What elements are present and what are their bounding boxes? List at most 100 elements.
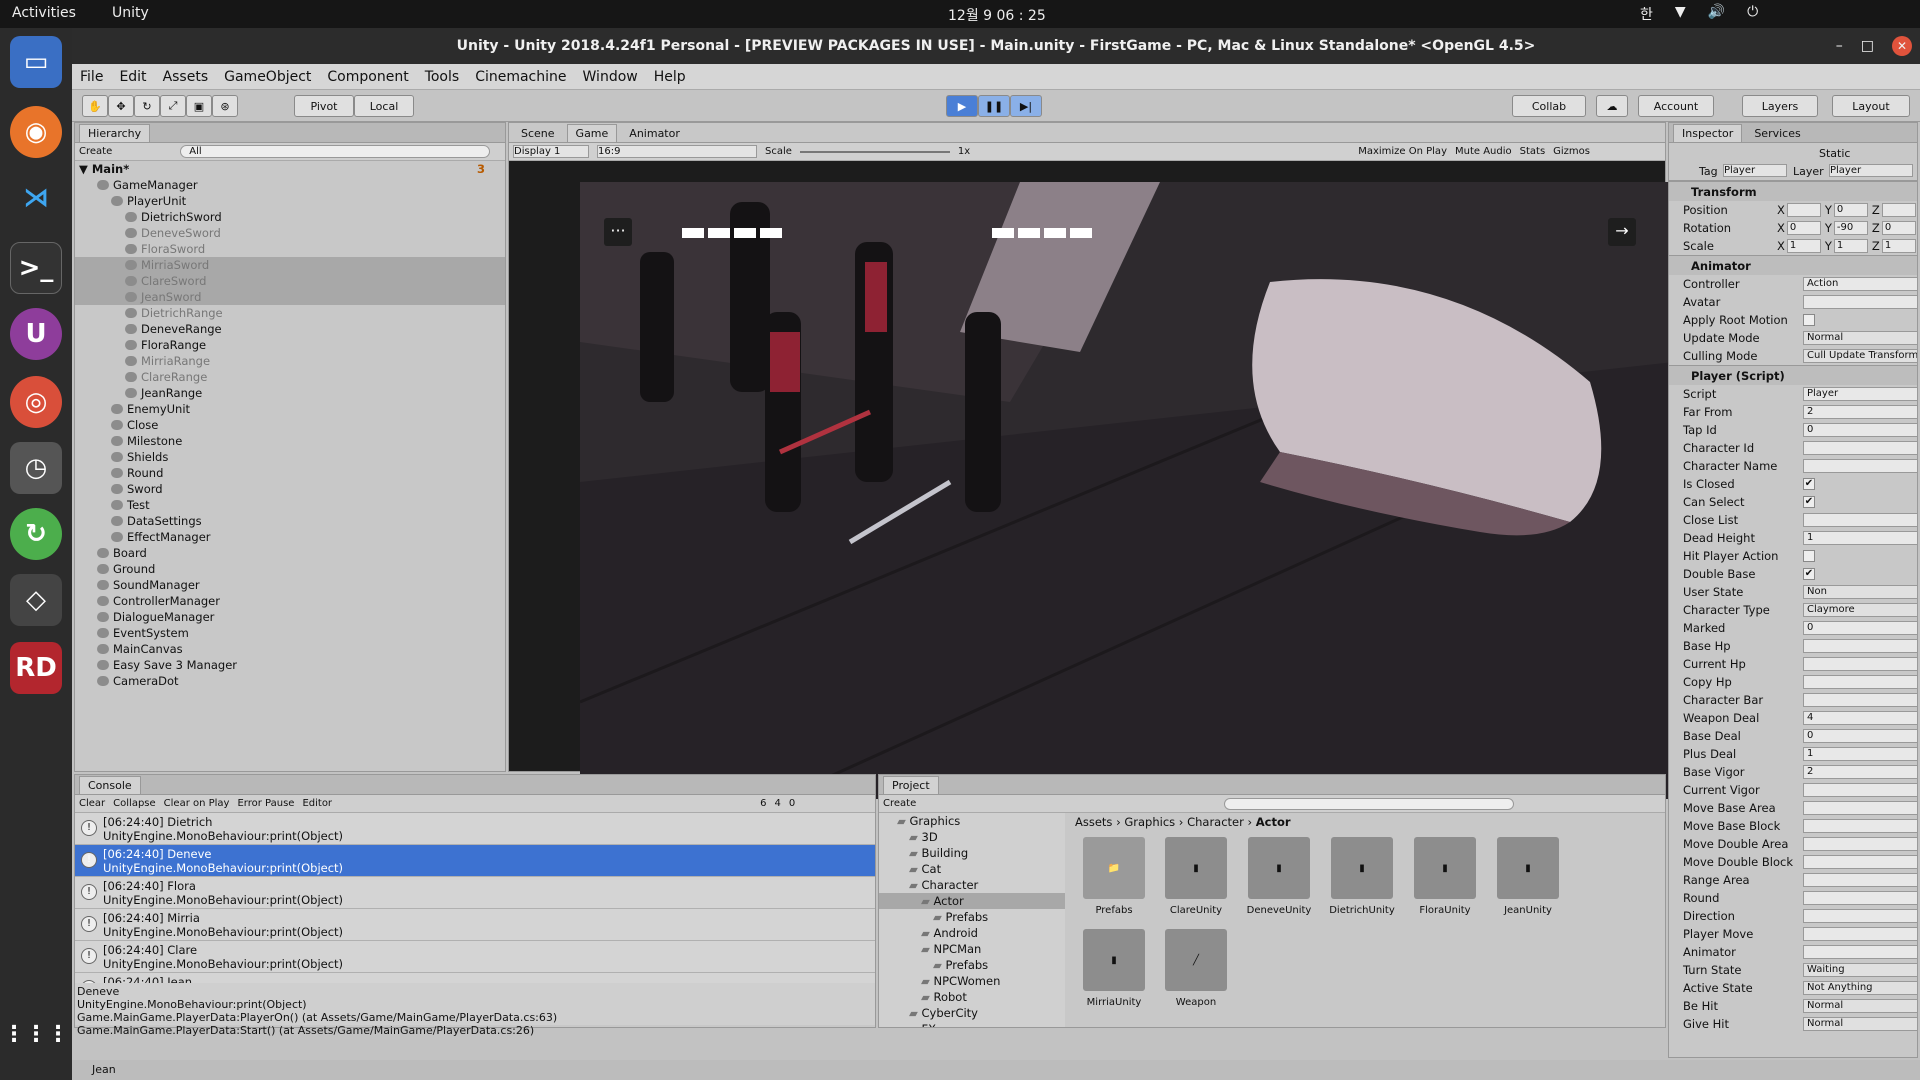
asset-weapon[interactable]: ╱ Weapon — [1157, 929, 1235, 1008]
power-icon[interactable]: ⏻ — [1747, 4, 1758, 24]
menu-cinemachine[interactable]: Cinemachine — [475, 69, 566, 85]
hierarchy-item[interactable]: Board — [75, 545, 505, 561]
log-row[interactable]: ! [06:24:40] Clare UnityEngine.MonoBehavio… — [75, 941, 875, 973]
hierarchy-item[interactable]: DialogueManager — [75, 609, 505, 625]
breadcrumb-item[interactable]: Actor — [1256, 815, 1291, 829]
console-tab[interactable]: Console — [79, 776, 141, 794]
scale-slider[interactable] — [799, 150, 950, 153]
hierarchy-item[interactable]: DietrichRange — [75, 305, 505, 321]
transform-position-x-input[interactable] — [1786, 203, 1821, 217]
layer-dropdown[interactable]: Player — [1829, 164, 1913, 177]
collab-button[interactable]: Collab — [1512, 95, 1586, 117]
hierarchy-item[interactable]: Test — [75, 497, 505, 513]
hierarchy-item[interactable]: PlayerUnit — [75, 193, 505, 209]
display-dropdown[interactable]: Display 1 — [513, 145, 589, 158]
breadcrumb-item[interactable]: Assets — [1075, 815, 1112, 829]
console-editor-dropdown[interactable]: Editor — [302, 798, 332, 809]
field-input[interactable]: 2 — [1803, 405, 1917, 419]
mute-audio-toggle[interactable]: Mute Audio — [1455, 146, 1512, 157]
hierarchy-item[interactable]: FloraSword — [75, 241, 505, 257]
field-input[interactable] — [1803, 945, 1917, 959]
breadcrumb-item[interactable]: Character — [1187, 815, 1244, 829]
layout-dropdown[interactable]: Layout — [1832, 95, 1910, 117]
files-icon[interactable]: ▭ — [10, 36, 62, 88]
minimize-icon[interactable]: – — [1836, 28, 1843, 64]
clock[interactable]: 12월 9 06 : 25 — [948, 5, 1046, 25]
gizmos-dropdown[interactable]: Gizmos — [1553, 146, 1590, 157]
hierarchy-item[interactable]: EffectManager — [75, 529, 505, 545]
rotate-tool-icon[interactable]: ↻ — [134, 95, 160, 117]
field-input[interactable] — [1803, 441, 1917, 455]
log-row[interactable]: ! [06:24:40] Dietrich UnityEngine.MonoBeha… — [75, 813, 875, 845]
log-row[interactable]: ! [06:24:40] Mirria UnityEngine.MonoBehavi… — [75, 909, 875, 941]
project-tab[interactable]: Project — [883, 776, 939, 794]
tab-services[interactable]: Services — [1746, 125, 1808, 142]
log-row[interactable]: ! [06:24:40] Deneve UnityEngine.MonoBehavi… — [75, 845, 875, 877]
log-row[interactable]: ![06:24:40] Jean — [75, 973, 875, 983]
folder-item[interactable]: ▰ Character — [879, 877, 1065, 893]
transform-rotation-x-input[interactable]: 0 — [1786, 221, 1821, 235]
field-input[interactable] — [1803, 891, 1917, 905]
static-toggle[interactable]: Static — [1819, 147, 1850, 160]
screenshot-icon[interactable]: ◷ — [10, 442, 62, 494]
player-script-header[interactable]: Player (Script) — [1669, 365, 1917, 385]
folder-item[interactable]: ▰ Graphics — [879, 813, 1065, 829]
input-method-label[interactable]: 한 — [1640, 4, 1653, 24]
console-collapse-button[interactable]: Collapse — [113, 798, 156, 809]
tab-animator[interactable]: Animator — [621, 125, 688, 142]
unity-hub-icon[interactable]: ◇ — [10, 574, 62, 626]
tab-game[interactable]: Game — [566, 124, 618, 142]
volume-icon[interactable]: 🔊 — [1708, 4, 1725, 24]
hierarchy-item[interactable]: JeanRange — [75, 385, 505, 401]
hierarchy-item[interactable]: FloraRange — [75, 337, 505, 353]
folder-item[interactable]: ▰ Robot — [879, 989, 1065, 1005]
transform-header[interactable]: Transform — [1669, 181, 1917, 201]
close-icon[interactable]: ✕ — [1892, 36, 1912, 56]
transform-rotation-y-input[interactable]: -90 — [1833, 221, 1868, 235]
hierarchy-item[interactable]: ClareSword — [75, 273, 505, 289]
folder-item[interactable]: ▰ CyberCity — [879, 1005, 1065, 1021]
folder-item[interactable]: ▰ NPCMan — [879, 941, 1065, 957]
hierarchy-item[interactable]: MainCanvas — [75, 641, 505, 657]
menu-assets[interactable]: Assets — [163, 69, 209, 85]
field-input[interactable]: Player — [1803, 387, 1917, 401]
hierarchy-item[interactable]: GameManager — [75, 177, 505, 193]
breadcrumb-item[interactable]: Graphics — [1124, 815, 1175, 829]
step-button[interactable]: ▶| — [1010, 95, 1042, 117]
field-input[interactable] — [1803, 837, 1917, 851]
field-input[interactable] — [1803, 927, 1917, 941]
transform-rotation-z-input[interactable]: 0 — [1881, 221, 1916, 235]
scene-root[interactable]: ▼ Main* 3 — [75, 161, 505, 177]
layers-dropdown[interactable]: Layers — [1742, 95, 1818, 117]
field-checkbox[interactable]: ✔ — [1803, 478, 1815, 490]
active-app-label[interactable]: Unity — [112, 5, 149, 21]
asset-floraunity[interactable]: ▮ FloraUnity — [1406, 837, 1484, 916]
field-dropdown[interactable]: Non — [1803, 585, 1917, 599]
maximize-on-play-toggle[interactable]: Maximize On Play — [1358, 146, 1447, 157]
firefox-icon[interactable]: ◉ — [10, 106, 62, 158]
hierarchy-create-button[interactable]: Create — [79, 146, 112, 157]
hierarchy-item[interactable]: Sword — [75, 481, 505, 497]
hierarchy-search[interactable]: All — [180, 145, 491, 158]
menu-gameobject[interactable]: GameObject — [224, 69, 311, 85]
arrow-right-icon[interactable]: → — [1608, 218, 1636, 246]
project-create-button[interactable]: Create — [883, 798, 916, 809]
folder-item[interactable]: ▰ Cat — [879, 861, 1065, 877]
menu-file[interactable]: File — [80, 69, 103, 85]
folder-item[interactable]: ▰ NPCWomen — [879, 973, 1065, 989]
folder-item[interactable]: ▰ Android — [879, 925, 1065, 941]
hierarchy-item[interactable]: MirriaSword — [75, 257, 505, 273]
console-clear-on-play-button[interactable]: Clear on Play — [164, 798, 230, 809]
hierarchy-item[interactable]: DeneveRange — [75, 321, 505, 337]
hierarchy-item[interactable]: Easy Save 3 Manager — [75, 657, 505, 673]
project-search[interactable] — [1224, 797, 1515, 810]
hierarchy-item[interactable]: EventSystem — [75, 625, 505, 641]
field-checkbox[interactable]: ✔ — [1803, 568, 1815, 580]
hand-tool-icon[interactable]: ✋ — [82, 95, 108, 117]
transform-position-z-input[interactable] — [1881, 203, 1916, 217]
hierarchy-item[interactable]: Ground — [75, 561, 505, 577]
field-dropdown[interactable]: Claymore — [1803, 603, 1917, 617]
field-checkbox[interactable]: ✔ — [1803, 496, 1815, 508]
field-input[interactable] — [1803, 783, 1917, 797]
transform-scale-z-input[interactable]: 1 — [1881, 239, 1916, 253]
